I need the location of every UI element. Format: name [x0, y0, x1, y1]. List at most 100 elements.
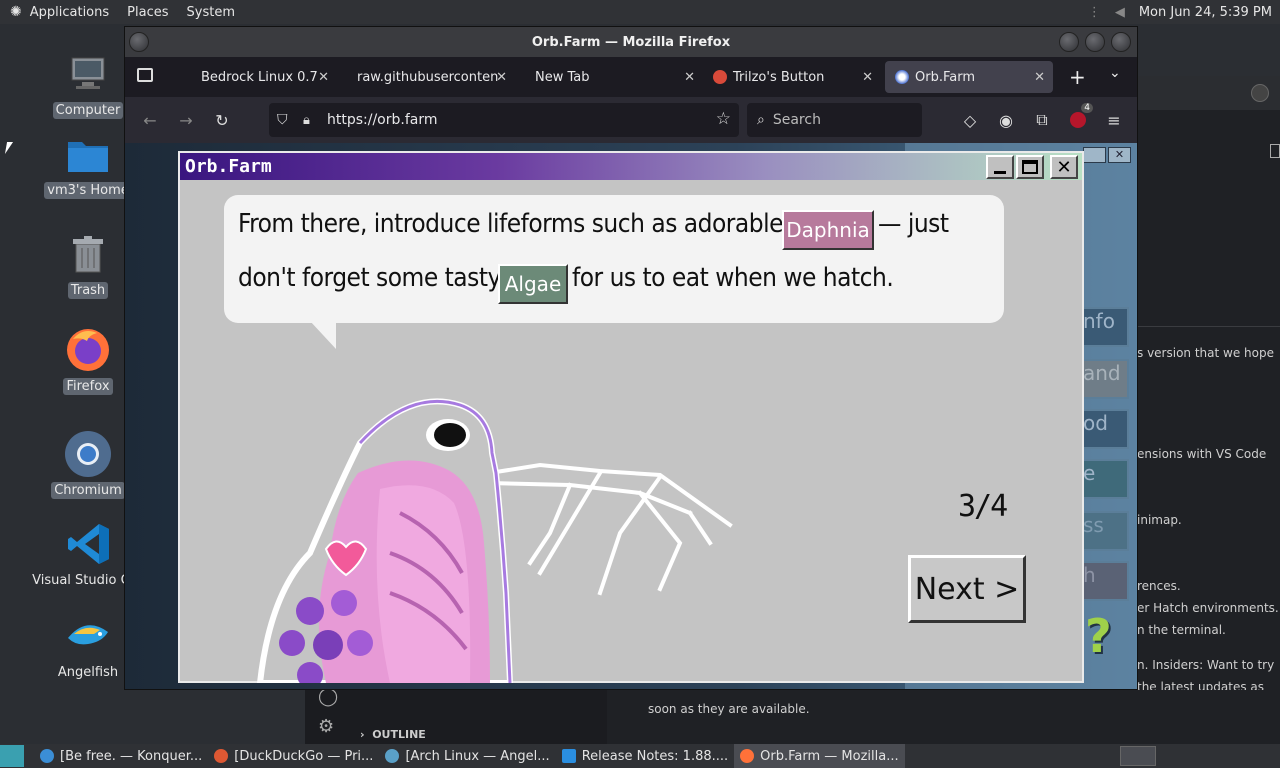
show-desktop-icon[interactable]: [0, 745, 24, 767]
clock[interactable]: Mon Jun 24, 5:39 PM: [1139, 5, 1272, 20]
minimize-button[interactable]: [1059, 32, 1079, 52]
desktop-icon-computer[interactable]: Computer: [38, 50, 138, 119]
desktop-icon-label: Firefox: [63, 378, 113, 395]
taskbar-item-vscode[interactable]: Release Notes: 1.88....: [556, 744, 734, 768]
desktop-icon-trash[interactable]: Trash: [38, 230, 138, 299]
trash-icon: [64, 230, 112, 278]
orbfarm-title: Orb.Farm: [185, 156, 272, 177]
desktop-icon-label: Computer: [52, 102, 124, 119]
daphnia-chip[interactable]: Daphnia: [782, 210, 874, 250]
desktop-icon-angelfish[interactable]: Angelfish: [38, 612, 138, 681]
side-button-food[interactable]: od: [1079, 409, 1129, 449]
apps-menu-icon[interactable]: ✺: [10, 4, 22, 20]
outline-section[interactable]: › OUTLINE: [360, 728, 426, 741]
volume-icon[interactable]: ◀: [1115, 5, 1125, 20]
tab-bedrock[interactable]: Bedrock Linux 0.7 P ✕: [187, 61, 337, 93]
search-bar[interactable]: ⌕ Search: [747, 103, 922, 137]
desktop-icon-label: Trash: [67, 282, 109, 299]
applications-menu[interactable]: Applications: [30, 5, 109, 20]
account-icon[interactable]: ◉: [995, 109, 1017, 131]
url-bar[interactable]: ⛉ 🔒︎ https://orb.farm ☆: [269, 103, 739, 137]
bg-window-controls: ✕: [1083, 147, 1131, 163]
app-menu-icon[interactable]: ≡: [1103, 109, 1125, 131]
taskbar-item-duckduckgo[interactable]: [DuckDuckGo — Pri...: [208, 744, 379, 768]
orbfarm-dialog: Orb.Farm ✕ From there, introduce lifefor…: [178, 151, 1084, 683]
forward-icon[interactable]: →: [175, 109, 197, 131]
bg-text: soon as they are available.: [648, 702, 810, 716]
bg-text: inimap.: [1137, 513, 1182, 527]
orbfarm-titlebar[interactable]: Orb.Farm ✕: [180, 153, 1082, 180]
tab-trilzo[interactable]: Trilzo's Button ✕: [703, 61, 881, 93]
top-panel: ✺ Applications Places System ⋮ ◀ Mon Jun…: [0, 0, 1280, 24]
speech-bubble: From there, introduce lifeforms such as …: [224, 195, 1004, 323]
bg-window-button: [1251, 84, 1269, 102]
window-menu-button[interactable]: [129, 32, 149, 52]
workspace-switcher[interactable]: [1120, 746, 1156, 766]
tutorial-step-counter: 3/4: [958, 489, 1008, 524]
close-tab-icon[interactable]: ✕: [862, 70, 873, 85]
home-folder-icon: [64, 130, 112, 178]
bookmark-star-icon[interactable]: ☆: [716, 109, 731, 129]
close-tab-icon[interactable]: ✕: [684, 70, 695, 85]
computer-icon: [64, 50, 112, 98]
tab-new-tab[interactable]: New Tab ✕: [525, 61, 703, 93]
desktop-icon-firefox[interactable]: Firefox: [38, 326, 138, 395]
taskbar-item-angelfish[interactable]: [Arch Linux — Angel...: [379, 744, 555, 768]
bg-text: er Hatch environments.: [1137, 601, 1279, 615]
maximize-button[interactable]: [1085, 32, 1105, 52]
desktop-icon-label: Angelfish: [57, 665, 119, 680]
desktop-icon-label: vm3's Home: [44, 182, 132, 199]
url-text[interactable]: https://orb.farm: [327, 112, 438, 128]
bg-text: ensions with VS Code: [1137, 447, 1267, 461]
firefox-icon: [740, 749, 755, 763]
close-tab-icon[interactable]: ✕: [496, 70, 507, 85]
orbfarm-close-button[interactable]: ✕: [1050, 155, 1078, 179]
firefox-titlebar[interactable]: Orb.Farm — Mozilla Firefox: [125, 27, 1137, 57]
dialog-text-line1: From there, introduce lifeforms such as …: [238, 209, 784, 239]
lock-icon[interactable]: 🔒︎: [303, 113, 321, 128]
bg-text: n. Insiders: Want to try: [1137, 658, 1275, 672]
back-icon[interactable]: ←: [139, 109, 161, 131]
dialog-text-line1-end: — just: [878, 209, 949, 239]
bg-text: s version that we hope: [1137, 346, 1274, 360]
tab-orb-farm[interactable]: Orb.Farm ✕: [885, 61, 1053, 93]
side-button-fish[interactable]: h: [1079, 561, 1129, 601]
tab-overview-icon[interactable]: [137, 68, 153, 82]
side-button-info[interactable]: nfo: [1079, 307, 1129, 347]
system-menu[interactable]: System: [187, 5, 235, 20]
settings-gear-icon[interactable]: ⚙: [318, 716, 334, 737]
taskbar-item-firefox[interactable]: Orb.Farm — Mozilla...: [734, 744, 905, 768]
reload-icon[interactable]: ↻: [211, 109, 233, 131]
chromium-icon: [64, 430, 112, 478]
list-tabs-icon[interactable]: ⌄: [1109, 65, 1121, 81]
ublock-badge: 4: [1081, 103, 1093, 113]
close-tab-icon[interactable]: ✕: [1034, 70, 1045, 85]
desktop-icon-home[interactable]: vm3's Home: [38, 130, 138, 199]
speech-bubble-tail: [310, 321, 336, 349]
pocket-icon[interactable]: ◇: [959, 109, 981, 131]
search-icon: ⌕: [757, 112, 765, 128]
taskbar-item-konqueror[interactable]: [Be free. — Konquer...: [34, 744, 208, 768]
new-tab-icon[interactable]: +: [1069, 65, 1086, 89]
angelfish-icon: [64, 612, 112, 660]
close-button[interactable]: [1111, 32, 1131, 52]
ublock-icon[interactable]: 4: [1067, 103, 1093, 131]
background-vscode-bottom: ◯ ⚙ › OUTLINE soon as they are available…: [305, 686, 1280, 744]
places-menu[interactable]: Places: [127, 5, 168, 20]
side-button-algae[interactable]: e: [1079, 459, 1129, 499]
side-button-sand[interactable]: and: [1079, 359, 1129, 399]
mouse-cursor-icon: [4, 142, 14, 154]
help-icon[interactable]: ?: [1085, 609, 1112, 663]
desktop-icon-chromium[interactable]: Chromium: [38, 430, 138, 499]
tracking-shield-icon[interactable]: ⛉: [277, 112, 297, 128]
close-tab-icon[interactable]: ✕: [318, 70, 329, 85]
tab-favicon: [895, 70, 909, 84]
extensions-icon[interactable]: ⧉: [1031, 109, 1053, 131]
side-button-glass[interactable]: ss: [1079, 511, 1129, 551]
orbfarm-maximize-button[interactable]: [1016, 155, 1044, 179]
orbfarm-minimize-button[interactable]: [986, 155, 1014, 179]
duckduckgo-icon: [214, 749, 229, 763]
tab-raw-github[interactable]: raw.githubusercontent.c ✕: [347, 61, 515, 93]
next-button[interactable]: Next >: [908, 555, 1026, 623]
algae-chip[interactable]: Algae: [498, 264, 568, 304]
